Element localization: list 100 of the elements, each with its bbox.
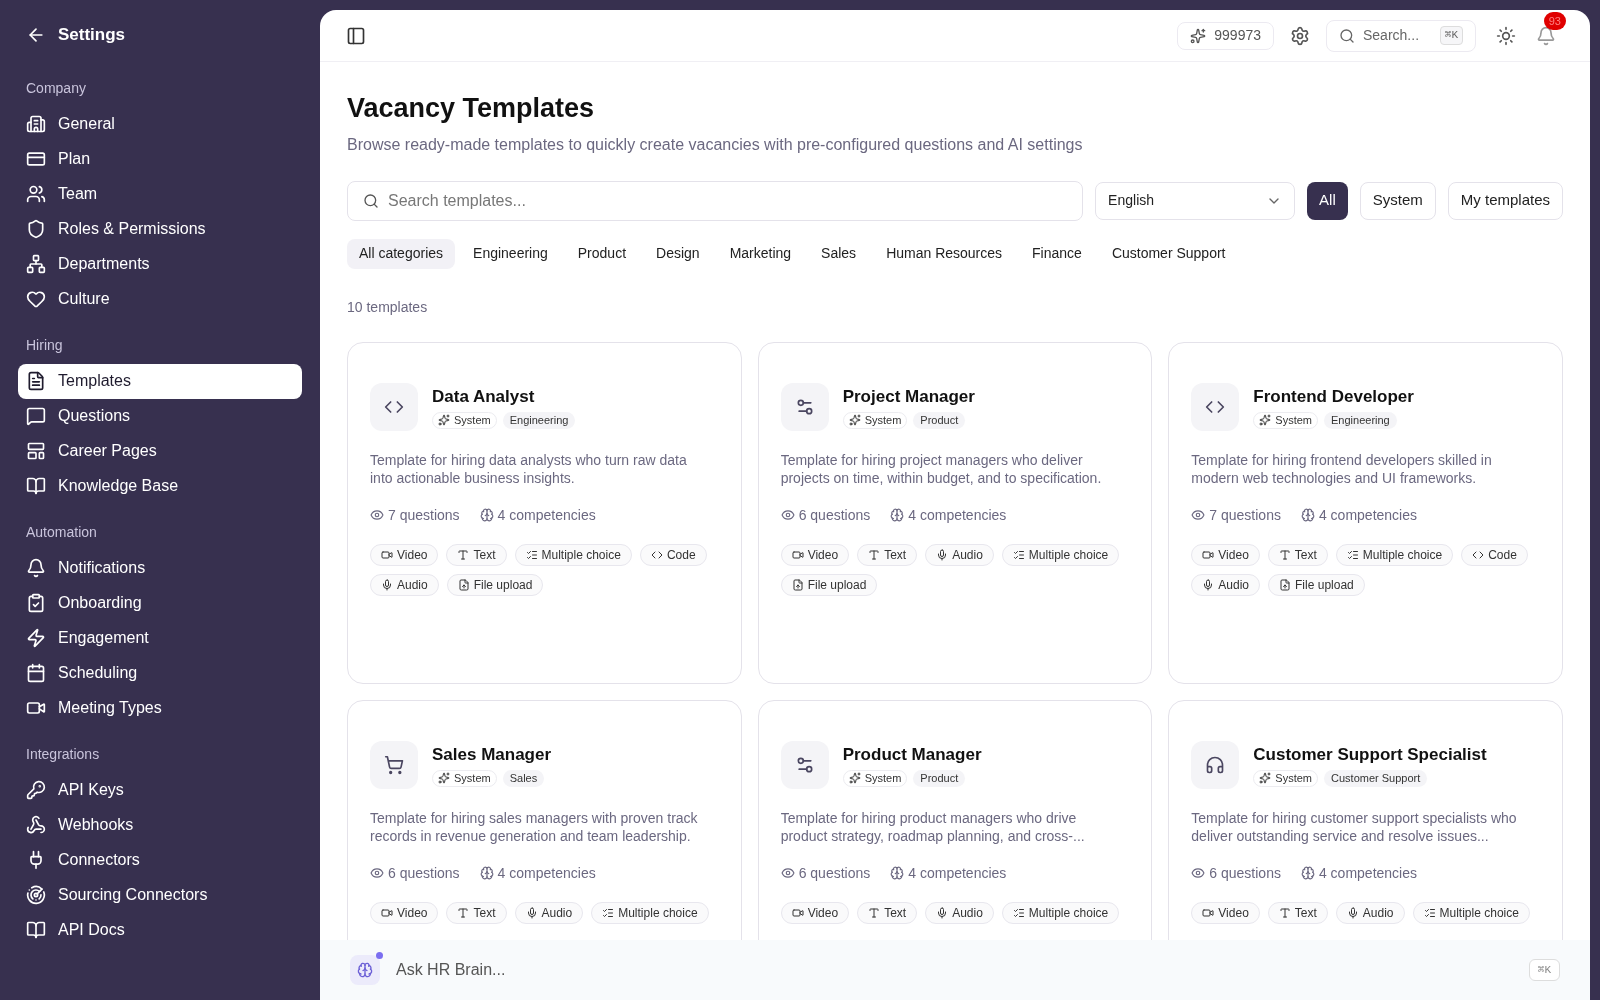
video-camera-icon	[381, 906, 393, 919]
sidebar-item[interactable]: Scheduling	[18, 655, 302, 691]
category-tab[interactable]: Engineering	[461, 238, 560, 269]
sidebar-item[interactable]: Questions	[18, 398, 302, 434]
sidebar-item[interactable]: API Docs	[18, 912, 302, 948]
text-icon	[868, 906, 881, 919]
sidebar-item[interactable]: Departments	[18, 246, 302, 282]
checklist-icon	[1012, 906, 1025, 919]
question-type-chip: File upload	[1268, 573, 1365, 596]
question-count: 6 questions	[798, 863, 871, 883]
sidebar-toggle-icon[interactable]	[346, 25, 366, 46]
category-tag: Product	[913, 769, 966, 787]
scope-tab[interactable]: System	[1359, 181, 1436, 220]
category-tab[interactable]: Sales	[809, 238, 869, 269]
scope-tab[interactable]: All	[1307, 181, 1348, 220]
sidebar-item[interactable]: Templates	[18, 363, 302, 399]
language-select[interactable]: English	[1095, 181, 1296, 220]
sidebar-item[interactable]: Webhooks	[18, 807, 302, 843]
users-icon	[26, 184, 46, 204]
template-search-field[interactable]: Search templates...	[347, 180, 1084, 221]
microphone-icon	[525, 906, 538, 919]
search-field[interactable]: Search... ⌘K	[1326, 19, 1476, 52]
sidebar-item[interactable]: Career Pages	[18, 433, 302, 469]
question-type-chip: Video	[780, 543, 850, 566]
category-tab[interactable]: Human Resources	[874, 238, 1015, 269]
sidebar-item[interactable]: Meeting Types	[18, 690, 302, 726]
scope-tab[interactable]: My templates	[1447, 181, 1563, 220]
sidebar-item[interactable]: Onboarding	[18, 585, 302, 621]
question-type-chip: File upload	[780, 573, 878, 596]
category-tab[interactable]: Customer Support	[1099, 238, 1238, 269]
category-tab[interactable]: Marketing	[717, 238, 804, 269]
question-type-chip: Text	[857, 901, 918, 924]
template-description: Template for hiring customer support specialists who deliver outstanding service and resolve issues...	[1191, 808, 1518, 845]
search-icon	[363, 192, 379, 209]
brain-icon	[479, 508, 494, 522]
settings-icon[interactable]	[1290, 25, 1310, 46]
text-icon	[1278, 548, 1291, 561]
sidebar-item[interactable]: Roles & Permissions	[18, 211, 302, 247]
category-tab[interactable]: Product	[565, 238, 639, 269]
category-tab[interactable]: All categories	[347, 238, 456, 269]
question-count: 6 questions	[798, 505, 871, 525]
sidebar-item[interactable]: API Keys	[18, 772, 302, 808]
question-type-chip: Audio	[1191, 573, 1261, 596]
text-icon	[1278, 906, 1291, 919]
text-icon	[868, 548, 881, 561]
competency-count: 4 competencies	[497, 863, 596, 883]
sparkles-icon	[438, 772, 450, 785]
assistant-bar[interactable]: Ask HR Brain... ⌘K	[320, 940, 1590, 1000]
template-title: Product Manager	[842, 744, 982, 767]
question-type-chip: Text	[857, 543, 918, 566]
template-title: Data Analyst	[432, 386, 536, 409]
theme-toggle-icon[interactable]	[1496, 25, 1516, 46]
template-count: 10 templates	[347, 297, 429, 317]
checklist-icon	[1012, 548, 1025, 561]
section-heading: Automation	[25, 522, 98, 542]
sidebar-item[interactable]: Engagement	[18, 620, 302, 656]
radar-icon	[26, 885, 46, 905]
building-icon	[26, 114, 46, 134]
sidebar-title: Settings	[58, 24, 126, 46]
page-title: Vacancy Templates	[347, 92, 596, 125]
file-upload-icon	[791, 578, 804, 591]
sidebar-item[interactable]: Team	[18, 176, 302, 212]
eye-icon	[370, 508, 384, 522]
checklist-icon	[1423, 906, 1436, 919]
brain-icon	[1300, 508, 1315, 522]
template-card[interactable]: Data Analyst System Engineering Template for hiring data analysts who turn raw data into actionable business insights. 7 questions 4 competencies Video Text Multiple choice Code Audio File upload	[347, 341, 742, 684]
sidebar-item[interactable]: General	[18, 106, 302, 142]
video-camera-icon	[791, 906, 804, 919]
checklist-icon	[525, 548, 538, 561]
template-description: Template for hiring product managers who drive product strategy, roadmap planning, and cross-...	[780, 808, 1086, 845]
notifications-icon[interactable]	[1536, 25, 1556, 46]
sidebar-item[interactable]: Plan	[18, 141, 302, 177]
question-type-chip: Multiple choice	[591, 901, 709, 924]
template-title: Sales Manager	[432, 744, 552, 767]
brain-icon	[1300, 866, 1315, 880]
category-tab[interactable]: Finance	[1020, 238, 1094, 269]
template-card[interactable]	[757, 341, 1153, 684]
section-heading: Company	[25, 78, 87, 98]
question-type-chip: Audio	[925, 543, 994, 566]
sidebar-item[interactable]: Culture	[18, 281, 302, 317]
template-title: Customer Support Specialist	[1253, 744, 1487, 767]
question-count: 7 questions	[388, 505, 460, 525]
question-type-chip: Text	[1267, 901, 1328, 924]
checklist-icon	[1346, 548, 1359, 561]
template-title: Project Manager	[842, 386, 975, 409]
question-type-chip: Video	[1191, 901, 1260, 924]
eye-icon	[1191, 508, 1206, 522]
sparkles-icon	[848, 414, 861, 427]
sidebar-item[interactable]: Notifications	[18, 550, 302, 586]
template-card[interactable]	[1168, 341, 1563, 684]
video-camera-icon	[791, 548, 804, 561]
sidebar-item[interactable]: Connectors	[18, 842, 302, 878]
sidebar-item[interactable]: Knowledge Base	[18, 468, 302, 504]
text-icon	[457, 906, 470, 919]
credits-badge[interactable]: 999973	[1177, 21, 1274, 50]
question-type-chip: Audio	[1335, 901, 1405, 924]
sidebar-item[interactable]: Sourcing Connectors	[18, 877, 302, 913]
question-type-chip: Video	[780, 901, 850, 924]
lightning-icon	[26, 628, 46, 648]
category-tab[interactable]: Design	[644, 238, 712, 269]
